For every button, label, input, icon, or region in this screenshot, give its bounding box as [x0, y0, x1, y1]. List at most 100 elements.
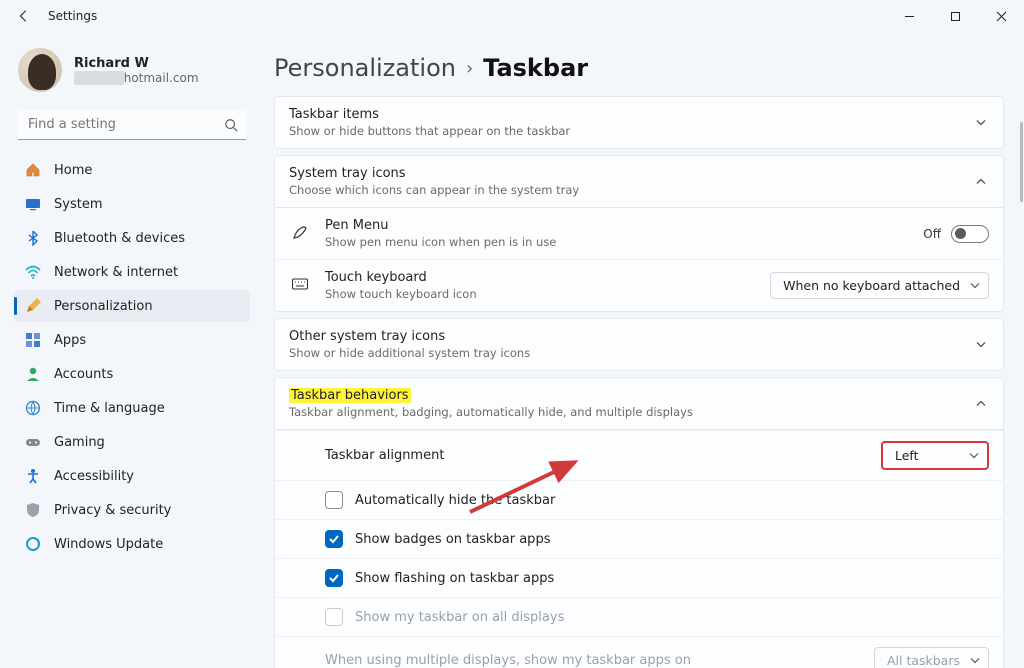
sidebar-item-time-language[interactable]: Time & language — [14, 392, 250, 424]
sidebar-item-label: Personalization — [54, 299, 153, 314]
main-content: Personalization › Taskbar Taskbar items … — [260, 32, 1024, 668]
chevron-down-icon — [969, 448, 979, 463]
sidebar-item-label: Time & language — [54, 401, 165, 416]
row-taskbar-alignment: Taskbar alignment Left — [275, 430, 1003, 480]
row-subtitle: Show pen menu icon when pen is in use — [325, 235, 556, 249]
taskbar-alignment-select[interactable]: Left — [881, 441, 989, 470]
page-title: Taskbar — [483, 54, 588, 82]
panel-header-taskbar-behaviors[interactable]: Taskbar behaviors Taskbar alignment, bad… — [275, 378, 1003, 429]
sidebar-item-windows-update[interactable]: Windows Update — [14, 528, 250, 560]
row-title: Pen Menu — [325, 218, 556, 233]
sidebar-item-label: Home — [54, 163, 92, 178]
select-value: Left — [895, 448, 919, 463]
accounts-icon — [24, 365, 42, 383]
panel-system-tray-icons: System tray icons Choose which icons can… — [274, 155, 1004, 312]
sidebar-item-accounts[interactable]: Accounts — [14, 358, 250, 390]
panel-subtitle: Choose which icons can appear in the sys… — [289, 183, 579, 197]
row-show-badges[interactable]: Show badges on taskbar apps — [275, 519, 1003, 558]
chevron-right-icon: › — [466, 58, 473, 79]
multi-displays-select: All taskbars — [874, 647, 989, 668]
checkbox-label: Show badges on taskbar apps — [355, 532, 550, 547]
sidebar-item-home[interactable]: Home — [14, 154, 250, 186]
chevron-up-icon — [975, 172, 987, 191]
sidebar-item-label: Privacy & security — [54, 503, 171, 518]
pen-menu-toggle[interactable] — [951, 225, 989, 243]
scrollbar[interactable] — [1019, 122, 1024, 322]
gaming-icon — [24, 433, 42, 451]
checkbox-show-flashing[interactable] — [325, 569, 343, 587]
row-subtitle: Show touch keyboard icon — [325, 287, 477, 301]
time-language-icon — [24, 399, 42, 417]
row-auto-hide[interactable]: Automatically hide the taskbar — [275, 480, 1003, 519]
panel-taskbar-behaviors: Taskbar behaviors Taskbar alignment, bad… — [274, 377, 1004, 668]
sidebar-nav: Home System Bluetooth & devices Network … — [14, 154, 250, 560]
row-label: Taskbar alignment — [325, 448, 444, 463]
panel-other-system-tray[interactable]: Other system tray icons Show or hide add… — [274, 318, 1004, 371]
select-value: All taskbars — [887, 653, 960, 668]
sidebar-item-label: Accessibility — [54, 469, 134, 484]
row-show-all-displays: Show my taskbar on all displays — [275, 597, 1003, 636]
row-multi-displays: When using multiple displays, show my ta… — [275, 636, 1003, 668]
back-button[interactable] — [14, 6, 34, 26]
close-button[interactable] — [978, 0, 1024, 32]
windows-update-icon — [24, 535, 42, 553]
breadcrumb-parent[interactable]: Personalization — [274, 54, 456, 82]
sidebar-item-system[interactable]: System — [14, 188, 250, 220]
row-touch-keyboard: Touch keyboard Show touch keyboard icon … — [275, 259, 1003, 311]
user-name: Richard W — [74, 56, 199, 71]
sidebar-item-label: Bluetooth & devices — [54, 231, 185, 246]
system-icon — [24, 195, 42, 213]
checkbox-show-badges[interactable] — [325, 530, 343, 548]
window-title: Settings — [48, 9, 97, 23]
user-email: xxxxxxxhotmail.com — [74, 71, 199, 85]
scrollbar-thumb[interactable] — [1020, 122, 1023, 202]
checkbox-label: Show flashing on taskbar apps — [355, 571, 554, 586]
sidebar-item-label: System — [54, 197, 102, 212]
sidebar-item-label: Accounts — [54, 367, 113, 382]
maximize-button[interactable] — [932, 0, 978, 32]
chevron-down-icon — [970, 278, 980, 293]
panel-taskbar-items[interactable]: Taskbar items Show or hide buttons that … — [274, 96, 1004, 149]
touch-keyboard-select[interactable]: When no keyboard attached — [770, 272, 989, 299]
wifi-icon — [24, 263, 42, 281]
avatar — [18, 48, 62, 92]
sidebar-item-apps[interactable]: Apps — [14, 324, 250, 356]
apps-icon — [24, 331, 42, 349]
row-show-flashing[interactable]: Show flashing on taskbar apps — [275, 558, 1003, 597]
search-icon — [224, 117, 238, 136]
chevron-down-icon — [975, 113, 987, 132]
checkbox-all-displays — [325, 608, 343, 626]
sidebar-item-label: Gaming — [54, 435, 105, 450]
sidebar-item-personalization[interactable]: Personalization — [14, 290, 250, 322]
panel-subtitle: Taskbar alignment, badging, automaticall… — [289, 405, 693, 419]
user-account-block[interactable]: Richard W xxxxxxxhotmail.com — [14, 44, 250, 104]
sidebar-item-label: Windows Update — [54, 537, 163, 552]
sidebar-item-label: Apps — [54, 333, 86, 348]
checkbox-label: Automatically hide the taskbar — [355, 493, 555, 508]
search-input[interactable] — [18, 110, 246, 140]
sidebar-item-gaming[interactable]: Gaming — [14, 426, 250, 458]
toggle-label: Off — [923, 227, 941, 241]
breadcrumb: Personalization › Taskbar — [274, 48, 1004, 96]
chevron-down-icon — [975, 335, 987, 354]
chevron-down-icon — [970, 653, 980, 668]
panel-header-system-tray[interactable]: System tray icons Choose which icons can… — [275, 156, 1003, 207]
sidebar-item-bluetooth[interactable]: Bluetooth & devices — [14, 222, 250, 254]
panel-subtitle: Show or hide buttons that appear on the … — [289, 124, 570, 138]
row-pen-menu: Pen Menu Show pen menu icon when pen is … — [275, 208, 1003, 259]
checkbox-auto-hide[interactable] — [325, 491, 343, 509]
bluetooth-icon — [24, 229, 42, 247]
row-label: When using multiple displays, show my ta… — [325, 653, 691, 668]
pen-icon — [291, 223, 309, 245]
search-box[interactable] — [18, 110, 246, 140]
sidebar-item-label: Network & internet — [54, 265, 178, 280]
select-value: When no keyboard attached — [783, 278, 960, 293]
home-icon — [24, 161, 42, 179]
minimize-button[interactable] — [886, 0, 932, 32]
chevron-up-icon — [975, 394, 987, 413]
privacy-icon — [24, 501, 42, 519]
sidebar-item-privacy[interactable]: Privacy & security — [14, 494, 250, 526]
sidebar-item-accessibility[interactable]: Accessibility — [14, 460, 250, 492]
sidebar-item-network[interactable]: Network & internet — [14, 256, 250, 288]
panel-title: Taskbar behaviors — [289, 388, 693, 403]
